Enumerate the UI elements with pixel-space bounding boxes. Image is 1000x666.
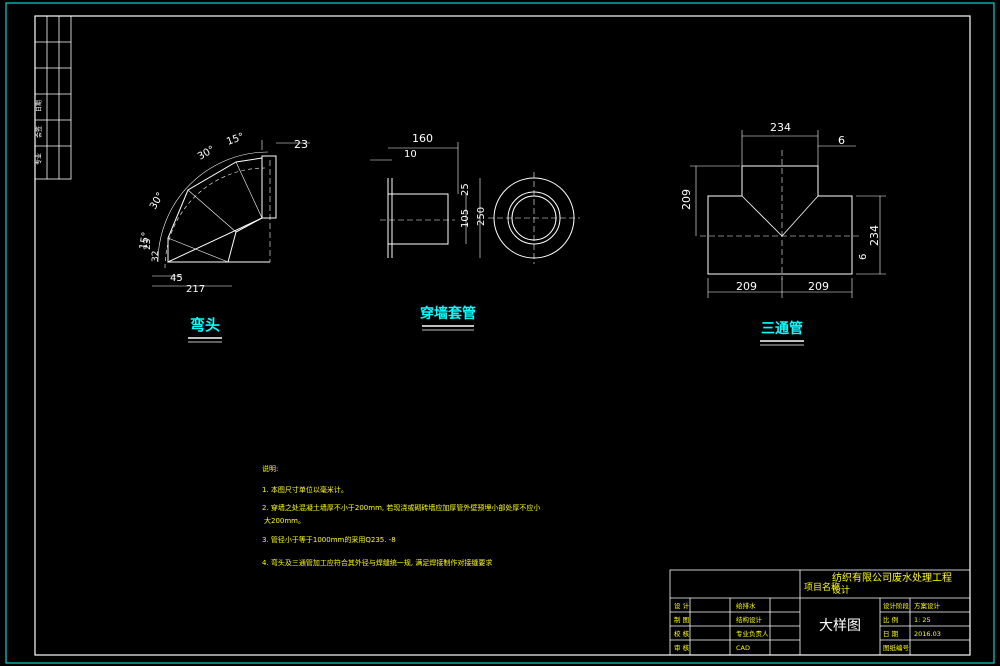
notes-heading: 说明: [262, 464, 278, 473]
tb-left-label-1: 设 计 [674, 601, 690, 610]
project-name: 纺织有限公司废水处理工程 [832, 571, 952, 584]
tb-right-value-1: 方案设计 [914, 601, 941, 610]
sleeve-dim-105: 105 [460, 209, 471, 228]
tee-dim-right-234: 234 [868, 225, 881, 246]
elbow-dim-23: 23 [294, 138, 308, 151]
sleeve-dim-10: 10 [404, 149, 417, 160]
tee-drawing [690, 130, 886, 298]
note-2b: 大200mm。 [264, 516, 305, 525]
elbow-dim-32: 32 [151, 251, 161, 262]
elbow-title: 弯头 [190, 316, 220, 334]
sleeve-title: 穿墙套管 [420, 305, 476, 322]
tee-dim-top-6: 6 [838, 134, 845, 147]
tee-dim-right-6: 6 [858, 254, 869, 260]
tee-dim-bot-209b: 209 [808, 280, 829, 293]
sleeve-drawing [370, 142, 580, 264]
outer-frame [5, 2, 995, 664]
note-2: 2. 穿墙之处混凝土墙厚不小于200mm, 若现浇或砌砖墙应加厚管外壁预埋小部处… [262, 503, 540, 512]
elbow-dim-23v: 23 [143, 239, 153, 250]
sleeve-dim-25: 25 [460, 183, 471, 196]
tb-left-value-3: 专业负责人 [736, 629, 769, 638]
tb-right-label-4: 图纸编号 [883, 643, 910, 652]
side-label-2: 会签 [35, 126, 43, 138]
tee-dim-top-234: 234 [770, 121, 791, 134]
tb-left-label-4: 审 核 [674, 643, 690, 652]
tee-title: 三通管 [761, 320, 803, 337]
elbow-dim-217: 217 [186, 284, 205, 295]
drawing-sheet: 专业 会签 日期 15° 30° 30° 15° 23 45 217 32 23… [5, 2, 995, 664]
sleeve-dim-160: 160 [412, 132, 433, 145]
tb-right-label-1: 设计阶段 [883, 601, 910, 610]
elbow-drawing [152, 140, 310, 287]
tee-dim-left-209: 209 [680, 189, 693, 210]
tee-dim-bot-209a: 209 [736, 280, 757, 293]
tb-right-value-2: 1: 25 [914, 616, 931, 624]
tb-right-label-3: 日 期 [883, 630, 899, 638]
project-sub: 设计 [832, 584, 850, 596]
elbow-dim-angle-30b: 30° [148, 191, 166, 212]
inner-frame [34, 15, 971, 656]
tb-left-label-2: 制 图 [674, 615, 689, 624]
note-3: 3. 管径小于等于1000mm的采用Q235. -8 [262, 535, 396, 544]
sleeve-dim-250: 250 [476, 207, 487, 226]
side-label-3: 日期 [35, 100, 43, 112]
tb-left-value-4: CAD [736, 644, 750, 652]
tb-left-label-3: 校 核 [674, 629, 690, 638]
tb-left-value-2: 结构设计 [736, 615, 763, 624]
drawing-name: 大样图 [819, 618, 861, 634]
elbow-dim-angle-30a: 30° [196, 144, 217, 162]
side-label-1: 专业 [35, 153, 43, 165]
note-1: 1. 本图尺寸单位以毫米计。 [262, 485, 348, 494]
notes-block: 说明: 1. 本图尺寸单位以毫米计。 2. 穿墙之处混凝土墙厚不小于200mm,… [262, 464, 540, 567]
tb-right-label-2: 比 例 [883, 615, 898, 624]
tb-right-value-3: 2016.03 [914, 630, 941, 638]
elbow-dim-45: 45 [170, 273, 183, 284]
tb-left-value-1: 给排水 [736, 601, 756, 610]
note-4: 4. 弯头及三通管加工应符合其外径与焊缝统一规, 满足焊接制作对接缝要求 [262, 558, 492, 567]
elbow-dim-angle-top: 15° [225, 131, 245, 147]
